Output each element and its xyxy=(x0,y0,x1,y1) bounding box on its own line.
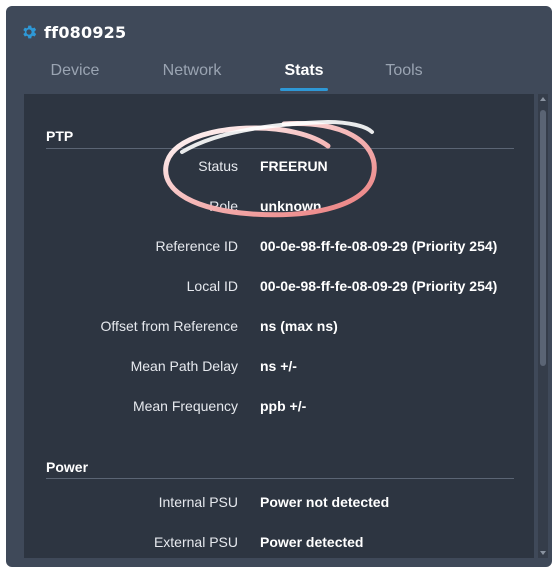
ptp-reference-id-label: Reference ID xyxy=(155,238,238,254)
panel-scrollbar[interactable] xyxy=(538,94,548,558)
ptp-offset-label: Offset from Reference xyxy=(100,318,238,334)
ptp-offset-value: ns (max ns) xyxy=(260,318,338,334)
tab-network[interactable]: Network xyxy=(163,62,222,80)
ptp-role-value: unknown xyxy=(260,198,322,214)
ptp-local-id-value: 00-0e-98-ff-fe-08-09-29 (Priority 254) xyxy=(260,278,498,294)
internal-psu-label: Internal PSU xyxy=(158,494,238,510)
ptp-reference-id-value: 00-0e-98-ff-fe-08-09-29 (Priority 254) xyxy=(260,238,498,254)
ptp-status-value: FREERUN xyxy=(260,158,328,174)
ptp-mean-path-delay-value: ns +/- xyxy=(260,358,297,374)
scroll-down-icon[interactable] xyxy=(540,551,546,555)
gear-icon[interactable] xyxy=(20,23,38,41)
ptp-role-label: Role xyxy=(209,198,238,214)
power-section-divider xyxy=(46,478,514,479)
ptp-section-title: PTP xyxy=(46,128,74,144)
tab-stats[interactable]: Stats xyxy=(284,62,323,80)
stats-panel: PTP Status FREERUN Role unknown Referenc… xyxy=(24,94,534,558)
tab-bar: Device Network Stats Tools xyxy=(6,62,552,92)
device-window: ff080925 Device Network Stats Tools PTP … xyxy=(6,6,552,567)
device-title: ff080925 xyxy=(44,22,127,42)
external-psu-label: External PSU xyxy=(153,534,238,550)
ptp-status-label: Status xyxy=(198,158,238,174)
ptp-mean-frequency-value: ppb +/- xyxy=(260,398,307,414)
active-tab-indicator xyxy=(280,88,328,91)
ptp-mean-frequency-label: Mean Frequency xyxy=(132,398,238,414)
scrollbar-thumb[interactable] xyxy=(540,110,546,366)
power-section-title: Power xyxy=(46,459,89,475)
tab-tools[interactable]: Tools xyxy=(385,62,422,80)
internal-psu-value: Power not detected xyxy=(260,494,390,510)
ptp-local-id-label: Local ID xyxy=(186,278,238,294)
external-psu-value: Power detected xyxy=(260,534,364,550)
scroll-up-icon[interactable] xyxy=(540,97,546,101)
ptp-mean-path-delay-label: Mean Path Delay xyxy=(130,358,238,374)
ptp-section-divider xyxy=(46,148,514,149)
window-titlebar: ff080925 xyxy=(20,20,126,44)
tab-device[interactable]: Device xyxy=(51,62,100,80)
